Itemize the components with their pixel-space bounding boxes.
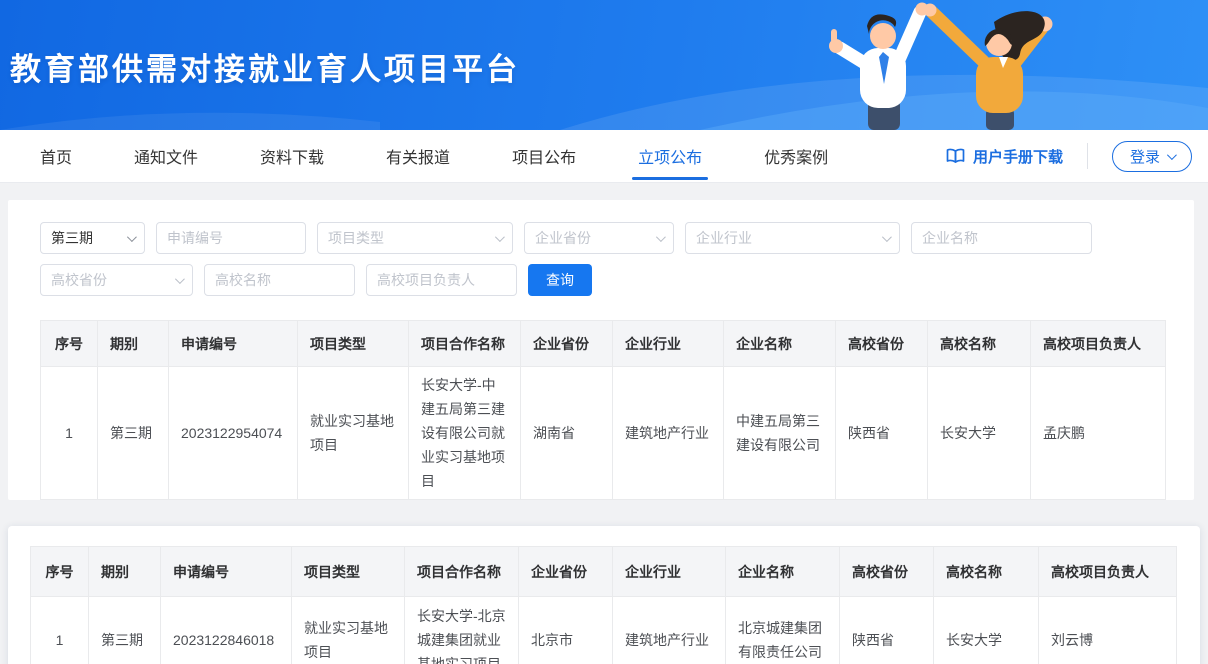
login-button[interactable]: 登录 [1112,141,1192,172]
college-leader-field [366,264,517,296]
col-header-cooperation-name: 项目合作名称 [405,547,519,597]
cell-college-province: 陕西省 [840,597,934,664]
user-manual-label: 用户手册下载 [973,146,1063,167]
results-panel-2: 序号 期别 申请编号 项目类型 项目合作名称 企业省份 企业行业 企业名称 高校… [8,526,1200,664]
col-header-cooperation-name: 项目合作名称 [409,321,521,367]
company-province-select[interactable]: 企业省份 [524,222,674,254]
col-header-college-leader: 高校项目负责人 [1031,321,1166,367]
col-header-company-industry: 企业行业 [613,547,726,597]
nav-tabs: 首页 通知文件 资料下载 有关报道 项目公布 立项公布 优秀案例 [40,130,890,182]
nav-right-group: 用户手册下载 登录 [946,141,1192,172]
chevron-down-icon [656,232,666,242]
user-manual-download-link[interactable]: 用户手册下载 [946,146,1063,167]
col-header-seq: 序号 [41,321,98,367]
cell-college-leader: 孟庆鹏 [1031,367,1166,500]
company-name-field [911,222,1092,254]
nav-tab-notices[interactable]: 通知文件 [134,130,198,182]
filter-row-2: 高校省份 查询 [40,264,1166,296]
period-select[interactable]: 第三期 [40,222,145,254]
open-book-icon [946,148,965,164]
cell-seq: 1 [31,597,89,664]
cell-college-leader: 刘云博 [1039,597,1177,664]
table-header-row: 序号 期别 申请编号 项目类型 项目合作名称 企业省份 企业行业 企业名称 高校… [41,321,1166,367]
college-province-placeholder: 高校省份 [51,270,107,290]
nav-tab-excellent-cases[interactable]: 优秀案例 [764,130,828,182]
cell-company-name: 中建五局第三建设有限公司 [724,367,836,500]
nav-tab-project-announcement[interactable]: 项目公布 [512,130,576,182]
col-header-period: 期别 [98,321,169,367]
results-table-1: 序号 期别 申请编号 项目类型 项目合作名称 企业省份 企业行业 企业名称 高校… [40,320,1166,500]
col-header-company-name: 企业名称 [726,547,840,597]
col-header-period: 期别 [89,547,161,597]
chevron-down-icon [1167,150,1177,160]
col-header-college-province: 高校省份 [840,547,934,597]
application-number-field [156,222,306,254]
table-header-row: 序号 期别 申请编号 项目类型 项目合作名称 企业省份 企业行业 企业名称 高校… [31,547,1177,597]
col-header-college-name: 高校名称 [928,321,1031,367]
cell-college-province: 陕西省 [836,367,928,500]
cell-company-industry: 建筑地产行业 [613,597,726,664]
col-header-application-no: 申请编号 [169,321,298,367]
cell-period: 第三期 [89,597,161,664]
col-header-project-type: 项目类型 [298,321,409,367]
college-name-field [204,264,355,296]
col-header-college-leader: 高校项目负责人 [1039,547,1177,597]
company-industry-select[interactable]: 企业行业 [685,222,900,254]
company-name-input[interactable] [922,230,1081,246]
nav-tab-downloads[interactable]: 资料下载 [260,130,324,182]
cell-application-no: 2023122954074 [169,367,298,500]
high-five-people-illustration [798,0,1098,130]
project-type-select[interactable]: 项目类型 [317,222,513,254]
college-leader-input[interactable] [377,272,506,288]
filter-and-results-panel: 第三期 项目类型 企业省份 企业行业 高校省份 [8,200,1194,500]
col-header-company-industry: 企业行业 [613,321,724,367]
chevron-down-icon [175,274,185,284]
cell-company-province: 北京市 [519,597,613,664]
chevron-down-icon [495,232,505,242]
company-province-placeholder: 企业省份 [535,228,591,248]
cell-company-province: 湖南省 [521,367,613,500]
cell-project-type: 就业实习基地项目 [292,597,405,664]
search-button[interactable]: 查询 [528,264,592,296]
cell-seq: 1 [41,367,98,500]
period-select-value: 第三期 [51,228,93,248]
page-title: 教育部供需对接就业育人项目平台 [10,44,520,89]
banner: 教育部供需对接就业育人项目平台 [0,0,1208,130]
col-header-seq: 序号 [31,547,89,597]
nav-divider [1087,143,1088,169]
col-header-company-name: 企业名称 [724,321,836,367]
nav-tab-approval-announcement[interactable]: 立项公布 [638,130,702,182]
col-header-application-no: 申请编号 [161,547,292,597]
chevron-down-icon [127,232,137,242]
cell-company-industry: 建筑地产行业 [613,367,724,500]
cell-college-name: 长安大学 [928,367,1031,500]
cell-company-name: 北京城建集团有限责任公司 [726,597,840,664]
filter-row-1: 第三期 项目类型 企业省份 企业行业 [40,222,1166,254]
login-label: 登录 [1130,146,1160,167]
main-navigation: 首页 通知文件 资料下载 有关报道 项目公布 立项公布 优秀案例 用户手册下载 … [0,130,1208,183]
chevron-down-icon [882,232,892,242]
cell-project-type: 就业实习基地项目 [298,367,409,500]
college-name-input[interactable] [215,272,344,288]
results-table-2: 序号 期别 申请编号 项目类型 项目合作名称 企业省份 企业行业 企业名称 高校… [30,546,1177,664]
cell-application-no: 2023122846018 [161,597,292,664]
col-header-project-type: 项目类型 [292,547,405,597]
cell-cooperation-name: 长安大学-北京城建集团就业基地实习项目 [405,597,519,664]
col-header-company-province: 企业省份 [519,547,613,597]
col-header-college-name: 高校名称 [934,547,1039,597]
company-industry-placeholder: 企业行业 [696,228,752,248]
nav-tab-reports[interactable]: 有关报道 [386,130,450,182]
application-number-input[interactable] [167,230,295,246]
college-province-select[interactable]: 高校省份 [40,264,193,296]
cell-period: 第三期 [98,367,169,500]
nav-tab-home[interactable]: 首页 [40,130,72,182]
table-row: 1 第三期 2023122954074 就业实习基地项目 长安大学-中建五局第三… [41,367,1166,500]
table-row: 1 第三期 2023122846018 就业实习基地项目 长安大学-北京城建集团… [31,597,1177,664]
project-type-placeholder: 项目类型 [328,228,384,248]
col-header-company-province: 企业省份 [521,321,613,367]
cell-college-name: 长安大学 [934,597,1039,664]
cell-cooperation-name: 长安大学-中建五局第三建设有限公司就业实习基地项目 [409,367,521,500]
col-header-college-province: 高校省份 [836,321,928,367]
